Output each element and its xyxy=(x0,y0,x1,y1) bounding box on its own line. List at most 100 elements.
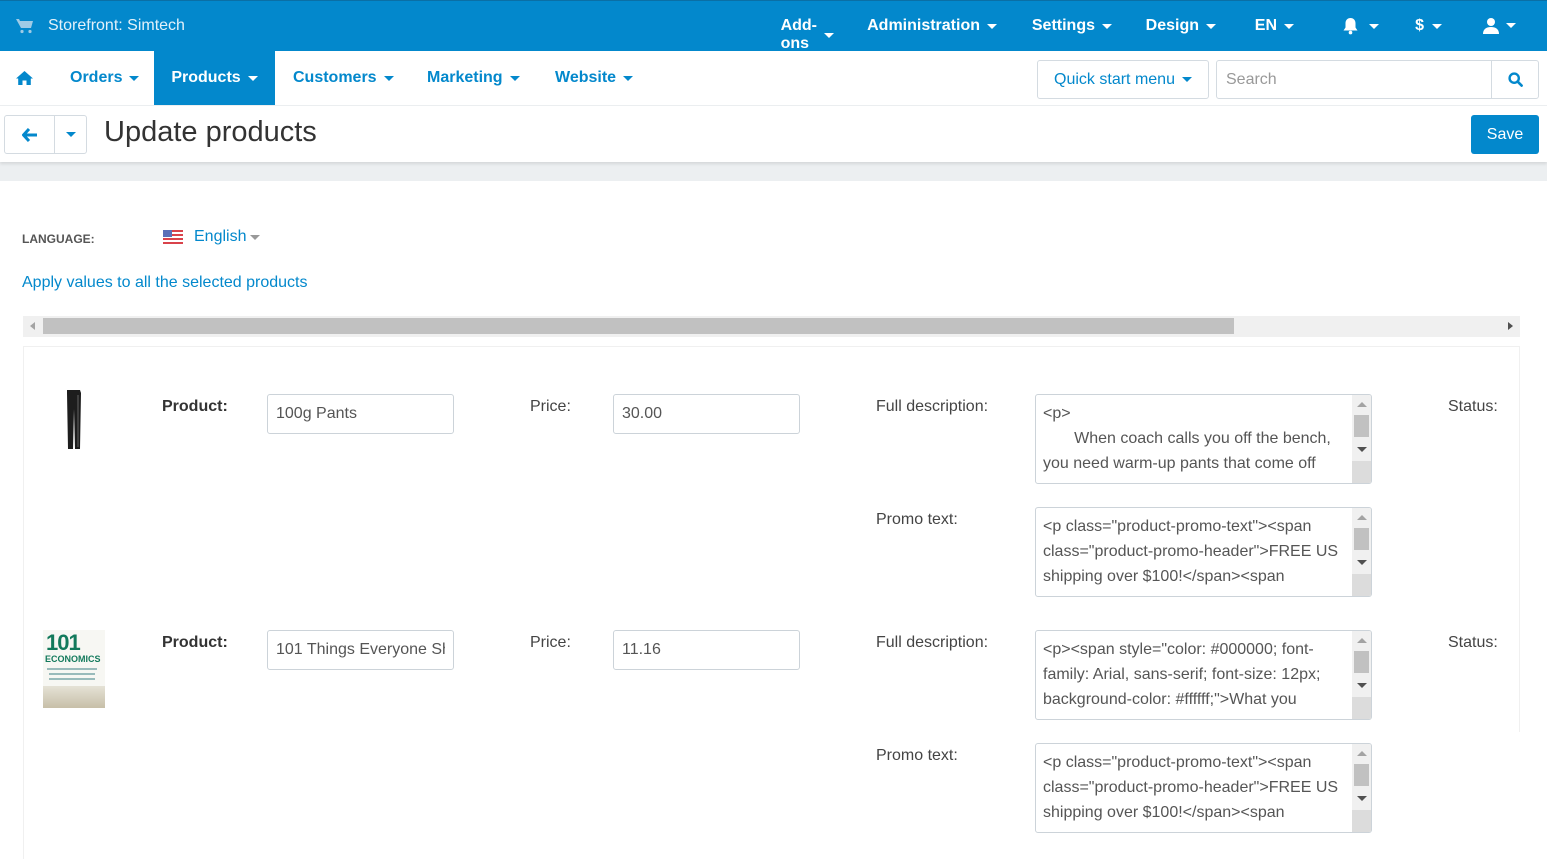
product-thumbnail[interactable]: 101 ECONOMICS xyxy=(43,630,105,708)
chevron-down-icon xyxy=(509,75,520,81)
price-label: Price: xyxy=(530,634,571,651)
scroll-down-icon[interactable] xyxy=(1357,796,1367,801)
home-icon xyxy=(16,71,33,85)
chevron-down-icon xyxy=(623,75,634,81)
menu-administration[interactable]: Administration xyxy=(867,17,997,35)
chevron-down-icon xyxy=(1206,23,1216,29)
top-bar: Storefront: Simtech Add-ons Administrati… xyxy=(0,0,1547,53)
chevron-down-icon xyxy=(383,75,394,81)
chevron-down-icon xyxy=(65,132,76,137)
scroll-down-icon[interactable] xyxy=(1357,447,1367,452)
apply-values-link[interactable]: Apply values to all the selected product… xyxy=(22,274,308,292)
chevron-down-icon xyxy=(247,75,258,81)
back-dropdown-button[interactable] xyxy=(55,116,86,153)
menu-language-label: EN xyxy=(1254,17,1277,34)
horizontal-scrollbar[interactable] xyxy=(23,316,1520,337)
scrollbar-thumb[interactable] xyxy=(1354,764,1369,786)
nav-website-label: Website xyxy=(555,69,617,86)
search-icon xyxy=(1507,72,1523,87)
nav-website[interactable]: Website xyxy=(555,51,634,105)
scrollbar-thumb[interactable] xyxy=(1354,651,1369,673)
chevron-down-icon xyxy=(1506,23,1516,28)
scroll-left-icon[interactable] xyxy=(30,322,35,330)
promo-text-text: <p class="product-promo-text"><span clas… xyxy=(1043,518,1343,585)
status-label: Status: xyxy=(1448,634,1498,651)
product-name-input[interactable] xyxy=(267,394,454,434)
textarea-scrollbar[interactable] xyxy=(1352,744,1371,832)
nav-customers-label: Customers xyxy=(293,69,377,86)
title-bar: Update products Save xyxy=(0,106,1547,162)
scroll-up-icon[interactable] xyxy=(1357,402,1367,407)
textarea-scrollbar[interactable] xyxy=(1352,631,1371,719)
scroll-right-icon[interactable] xyxy=(1508,322,1513,330)
scroll-down-icon[interactable] xyxy=(1357,560,1367,565)
menu-design-label: Design xyxy=(1145,17,1199,34)
nav-marketing-label: Marketing xyxy=(427,69,503,86)
scroll-up-icon[interactable] xyxy=(1357,515,1367,520)
quick-start-menu-button[interactable]: Quick start menu xyxy=(1037,60,1209,99)
full-description-text: <p> When coach calls you off the bench, … xyxy=(1043,405,1331,472)
storefront-switcher[interactable]: Storefront: Simtech xyxy=(16,17,185,35)
scroll-up-icon[interactable] xyxy=(1357,638,1367,643)
scroll-up-icon[interactable] xyxy=(1357,751,1367,756)
textarea-scrollbar[interactable] xyxy=(1352,395,1371,483)
promo-text-textarea[interactable]: <p class="product-promo-text"><span clas… xyxy=(1035,743,1372,833)
scrollbar-thumb[interactable] xyxy=(43,318,1234,334)
language-label: LANGUAGE: xyxy=(22,232,95,246)
chevron-down-icon xyxy=(824,32,834,38)
menu-design[interactable]: Design xyxy=(1146,17,1216,35)
resize-handle[interactable] xyxy=(1352,574,1371,596)
textarea-scrollbar[interactable] xyxy=(1352,508,1371,596)
menu-user[interactable] xyxy=(1483,17,1516,34)
scroll-down-icon[interactable] xyxy=(1357,683,1367,688)
menu-notifications[interactable] xyxy=(1342,17,1379,35)
us-flag-icon xyxy=(163,230,183,244)
scrollbar-thumb[interactable] xyxy=(1354,415,1369,437)
search-button[interactable] xyxy=(1491,61,1538,98)
chevron-down-icon xyxy=(1102,23,1112,29)
nav-marketing[interactable]: Marketing xyxy=(427,51,520,105)
back-button-group xyxy=(4,115,87,154)
resize-handle[interactable] xyxy=(1352,697,1371,719)
chevron-down-icon xyxy=(250,234,261,240)
nav-orders[interactable]: Orders xyxy=(70,51,140,105)
menu-currency[interactable]: $ xyxy=(1415,17,1442,35)
product-label: Product: xyxy=(162,398,228,415)
book-cover-title: ECONOMICS xyxy=(45,654,101,664)
chevron-down-icon xyxy=(1369,23,1379,29)
language-value: English xyxy=(194,228,247,245)
product-name-input[interactable] xyxy=(267,630,454,670)
menu-language[interactable]: EN xyxy=(1255,17,1294,35)
nav-orders-label: Orders xyxy=(70,69,123,86)
scrollbar-thumb[interactable] xyxy=(1354,528,1369,550)
product-thumbnail[interactable] xyxy=(64,389,84,451)
search-input[interactable] xyxy=(1217,61,1491,98)
header-divider xyxy=(0,162,1547,181)
full-description-textarea[interactable]: <p> When coach calls you off the bench, … xyxy=(1035,394,1372,484)
nav-home[interactable] xyxy=(16,51,36,105)
resize-handle[interactable] xyxy=(1352,810,1371,832)
price-label: Price: xyxy=(530,398,571,415)
price-input[interactable] xyxy=(613,630,800,670)
full-description-textarea[interactable]: <p><span style="color: #000000; font-fam… xyxy=(1035,630,1372,720)
full-description-text: <p><span style="color: #000000; font-fam… xyxy=(1043,641,1325,708)
promo-text-label: Promo text: xyxy=(876,511,958,528)
nav-customers[interactable]: Customers xyxy=(293,51,394,105)
page-title: Update products xyxy=(104,116,317,148)
price-input[interactable] xyxy=(613,394,800,434)
menu-add-ons[interactable]: Add-ons xyxy=(781,17,834,53)
user-icon xyxy=(1483,17,1499,34)
menu-currency-label: $ xyxy=(1415,17,1424,34)
resize-handle[interactable] xyxy=(1352,461,1371,483)
chevron-down-icon xyxy=(1181,77,1192,82)
promo-text-textarea[interactable]: <p class="product-promo-text"><span clas… xyxy=(1035,507,1372,597)
chevron-down-icon xyxy=(1432,23,1442,29)
chevron-down-icon xyxy=(987,23,997,29)
save-button[interactable]: Save xyxy=(1471,115,1539,154)
nav-products[interactable]: Products xyxy=(154,51,275,105)
language-selector[interactable]: English xyxy=(163,228,261,246)
back-button[interactable] xyxy=(5,116,55,153)
chevron-down-icon xyxy=(129,75,140,81)
menu-settings[interactable]: Settings xyxy=(1032,17,1112,35)
full-description-label: Full description: xyxy=(876,398,989,415)
